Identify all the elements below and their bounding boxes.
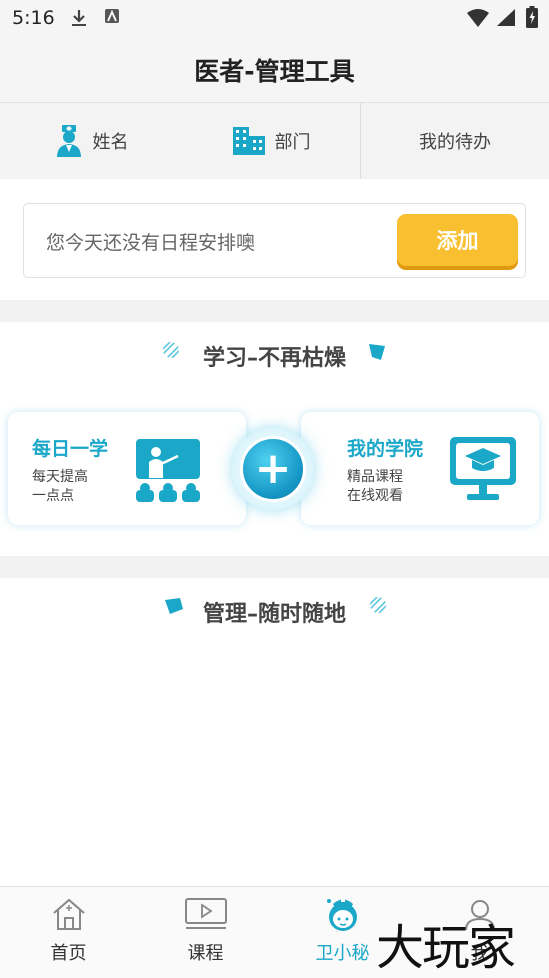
my-academy-line2: 在线观看	[347, 488, 403, 504]
daily-learn-line1: 每天提高	[32, 469, 88, 485]
status-bar: 5:16	[0, 0, 549, 38]
section-separator	[0, 300, 549, 322]
download-icon	[72, 10, 86, 26]
manage-section-title: 管理–随时随地	[202, 602, 346, 627]
add-schedule-button[interactable]: 添加	[397, 214, 518, 266]
plus-icon: +	[240, 436, 306, 502]
home-icon	[52, 898, 85, 930]
battery-icon	[526, 6, 538, 28]
todo-label: 我的待办	[419, 132, 491, 153]
section-separator	[0, 556, 549, 578]
graduation-monitor-icon	[450, 437, 516, 500]
study-section-title: 学习–不再枯燥	[202, 346, 346, 371]
app-header: 医者-管理工具	[0, 38, 549, 103]
user-info-bar: 姓名 部门 我的待办	[0, 103, 549, 179]
nurse-avatar-icon	[326, 898, 357, 931]
my-academy-card[interactable]: 我的学院 精品课程 在线观看	[301, 412, 539, 525]
page-title: 医者-管理工具	[194, 57, 355, 86]
teacher-board-icon	[136, 439, 200, 502]
doctor-icon	[56, 125, 81, 157]
app-notification-icon	[105, 9, 119, 23]
daily-learn-card[interactable]: 每日一学 每天提高 一点点	[8, 412, 246, 525]
building-icon	[232, 127, 265, 155]
gem-decoration-icon	[369, 344, 385, 360]
add-center-button[interactable]: +	[232, 428, 314, 510]
schedule-empty-message: 您今天还没有日程安排噢	[46, 232, 256, 254]
watermark: 大玩家	[376, 920, 516, 976]
wifi-icon	[467, 9, 489, 27]
department-label: 部门	[274, 132, 311, 153]
my-academy-line1: 精品课程	[347, 469, 403, 485]
daily-learn-line2: 一点点	[32, 488, 74, 504]
daily-learn-title: 每日一学	[32, 438, 109, 460]
my-todo-link[interactable]: 我的待办	[361, 103, 549, 179]
tab-home-label: 首页	[50, 943, 87, 964]
stripe-decoration-icon	[370, 597, 386, 613]
department-field[interactable]: 部门	[183, 103, 360, 179]
schedule-card: 您今天还没有日程安排噢 添加	[23, 203, 526, 278]
tab-home[interactable]: 首页	[0, 887, 137, 978]
signal-icon	[497, 9, 515, 26]
tab-courses[interactable]: 课程	[137, 887, 274, 978]
name-field[interactable]: 姓名	[0, 103, 183, 179]
status-time: 5:16	[12, 7, 55, 29]
name-label: 姓名	[92, 132, 129, 153]
my-academy-title: 我的学院	[347, 438, 424, 460]
tab-courses-label: 课程	[187, 943, 224, 964]
video-icon	[184, 898, 227, 929]
